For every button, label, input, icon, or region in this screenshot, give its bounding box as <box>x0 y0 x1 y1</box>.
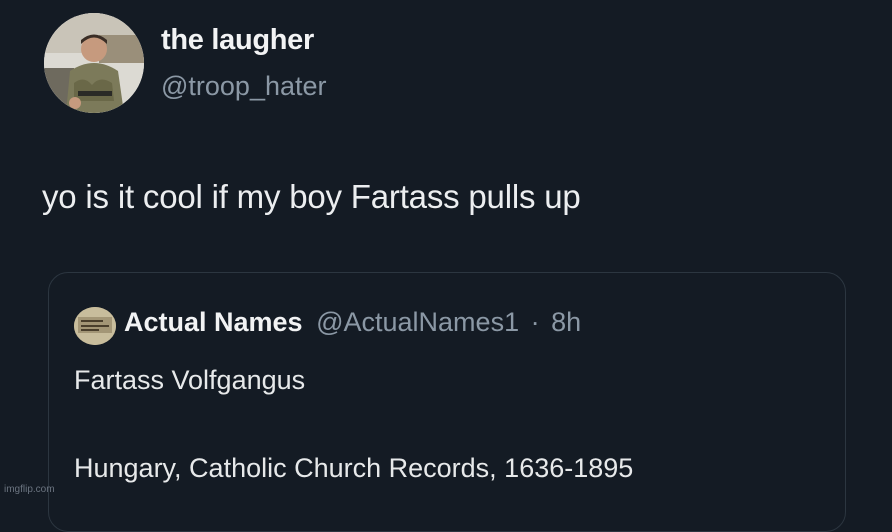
author-display-name[interactable]: the laugher <box>161 24 314 57</box>
author-handle[interactable]: @troop_hater <box>161 71 327 102</box>
quoted-author-handle[interactable]: @ActualNames1 <box>316 307 519 337</box>
quoted-tweet-text-line-2: Hungary, Catholic Church Records, 1636-1… <box>74 453 634 483</box>
header-separator: · <box>530 307 540 337</box>
author-avatar[interactable] <box>44 13 144 113</box>
soldier-photo-avatar-icon <box>44 13 144 113</box>
watermark: imgflip.com <box>4 484 55 495</box>
tweet: the laugher @troop_hater yo is it cool i… <box>0 0 892 532</box>
quoted-author-avatar[interactable] <box>74 307 116 345</box>
quoted-tweet-text-line-1: Fartass Volfgangus <box>74 365 306 395</box>
tweet-text: yo is it cool if my boy Fartass pulls up <box>42 178 581 215</box>
quoted-tweet-header: Actual Names @ActualNames1 · 8h <box>124 307 581 338</box>
quoted-tweet-timestamp[interactable]: 8h <box>551 307 581 337</box>
old-document-avatar-icon <box>74 307 116 345</box>
quoted-author-display-name[interactable]: Actual Names <box>124 307 303 337</box>
